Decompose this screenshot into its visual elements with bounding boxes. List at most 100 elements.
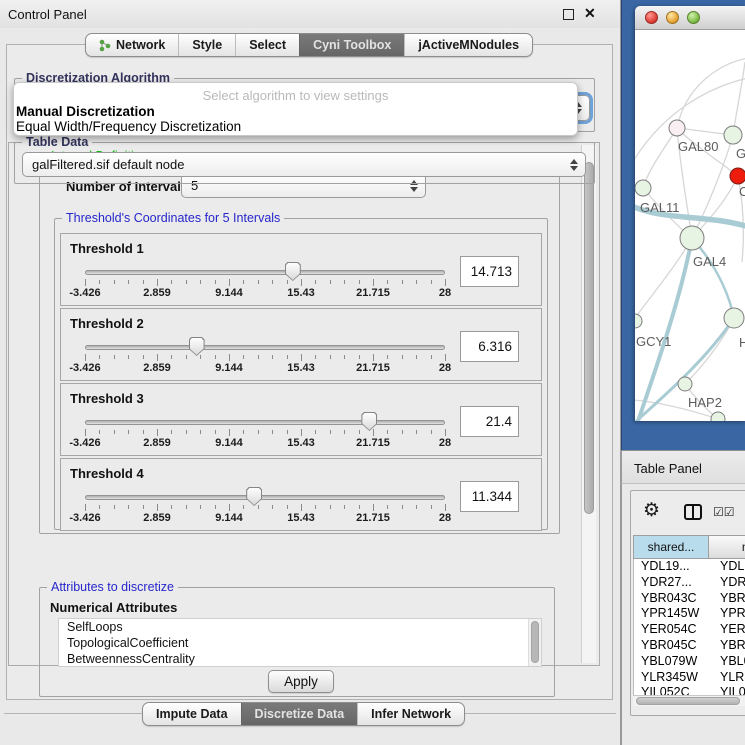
slider-scale-labels: -3.4262.8599.14415.4321.71528: [85, 512, 445, 525]
table-panel-titlebar: Table Panel: [621, 450, 745, 484]
select-columns-icon[interactable]: ☑☑: [713, 505, 735, 519]
table-row[interactable]: YBL079WYBL0: [634, 654, 745, 670]
network-node[interactable]: [669, 120, 685, 136]
network-edge[interactable]: [733, 62, 745, 135]
slider-scale-labels: -3.4262.8599.14415.4321.71528: [85, 362, 445, 375]
screen: Control Panel ✕ NetworkStyle Select Cyni T…: [0, 0, 745, 745]
control-panel-titlebar: Control Panel ✕: [0, 0, 620, 28]
attribute-list-item[interactable]: TopologicalCoefficient: [59, 635, 541, 651]
table-cell: YBR043C: [634, 591, 710, 607]
network-node[interactable]: [678, 377, 692, 391]
columns-icon[interactable]: [684, 504, 702, 520]
table-cell: YLR345W: [634, 670, 710, 686]
slider-scale-labels: -3.4262.8599.14415.4321.71528: [85, 437, 445, 450]
algorithm-dropdown-popup: Select algorithm to view settings Manual…: [13, 82, 578, 136]
table-row[interactable]: YIL052CYIL0: [634, 685, 745, 695]
control-panel-tabs: NetworkStyle Select Cyni Toolbox jActiveMNo…: [85, 33, 533, 57]
table-cell: YER054C: [634, 622, 710, 638]
tab-style[interactable]: Style: [178, 34, 235, 56]
slider-track[interactable]: [85, 270, 445, 275]
minimize-traffic-light-icon[interactable]: [666, 11, 679, 24]
table-data-combobox[interactable]: galFiltered.sif default node: [22, 152, 586, 177]
network-edge[interactable]: [677, 58, 745, 128]
table-cell: YDR2: [710, 575, 745, 591]
table-row[interactable]: YDL19...YDL1: [634, 559, 745, 575]
tab-infer-network[interactable]: Infer Network: [357, 703, 464, 725]
node-label: GCY1: [636, 334, 671, 349]
gear-icon[interactable]: ⚙: [643, 501, 660, 520]
numerical-attributes-label: Numerical Attributes: [50, 600, 177, 615]
threshold-value-field[interactable]: 21.4: [460, 406, 519, 437]
tab-discretize-data[interactable]: Discretize Data: [241, 703, 358, 725]
thresholds-group: Threshold's Coordinates for 5 Intervals …: [54, 218, 548, 530]
table-horizontal-scrollbar[interactable]: [633, 695, 745, 706]
table-cell: YPR1: [710, 606, 745, 622]
tab-network[interactable]: Network: [86, 34, 178, 56]
numerical-attributes-list[interactable]: SelfLoopsTopologicalCoefficientBetweenne…: [58, 618, 542, 667]
network-node[interactable]: [680, 226, 704, 250]
table-toolbar: ⚙ ☑☑: [631, 491, 745, 535]
table-row[interactable]: YER054CYER0: [634, 622, 745, 638]
slider-ticks: [85, 504, 445, 512]
network-node[interactable]: [724, 126, 742, 144]
tab-label: Impute Data: [156, 703, 228, 725]
slider-scale-labels: -3.4262.8599.14415.4321.71528: [85, 287, 445, 300]
float-window-icon[interactable]: [563, 9, 574, 20]
slider-track[interactable]: [85, 345, 445, 350]
network-view-window: GAL80GACGAL11GAL4GCY1HHAP2: [621, 0, 745, 450]
node-label: GAL4: [693, 254, 726, 269]
close-traffic-light-icon[interactable]: [645, 11, 658, 24]
threshold-label: Threshold 3: [70, 391, 144, 406]
apply-button[interactable]: Apply: [268, 670, 334, 693]
tab-select[interactable]: Select: [235, 34, 299, 56]
zoom-traffic-light-icon[interactable]: [687, 11, 700, 24]
table-cell: YBL079W: [634, 654, 710, 670]
table-cell: YLR3: [710, 670, 745, 686]
table-row[interactable]: YPR145WYPR1: [634, 606, 745, 622]
network-edge[interactable]: [692, 238, 734, 318]
slider-track[interactable]: [85, 420, 445, 425]
table-cell: YBL0: [710, 654, 745, 670]
network-node[interactable]: [711, 412, 725, 421]
table-row[interactable]: YBR043CYBR0: [634, 591, 745, 607]
network-node[interactable]: [635, 314, 642, 328]
threshold-value-field[interactable]: 6.316: [460, 331, 519, 362]
threshold-value-field[interactable]: 11.344: [460, 481, 519, 512]
tab-label: Select: [249, 34, 286, 56]
network-graph-canvas[interactable]: GAL80GACGAL11GAL4GCY1HHAP2: [635, 30, 745, 421]
scrollbar-thumb[interactable]: [584, 162, 594, 514]
table-cell: YDR27...: [634, 575, 710, 591]
table-cell: YBR045C: [634, 638, 710, 654]
network-node[interactable]: [635, 180, 651, 196]
network-node[interactable]: [724, 308, 744, 328]
table-column-header[interactable]: shared...: [633, 535, 709, 559]
attribute-list-item[interactable]: BetweennessCentrality: [59, 651, 541, 667]
threshold-value-field[interactable]: 14.713: [460, 256, 519, 287]
table-data-group-title: Table Data: [22, 135, 92, 149]
dropdown-option[interactable]: Manual Discretization: [14, 104, 577, 119]
attribute-list-item[interactable]: SelfLoops: [59, 619, 541, 635]
tab-cyni-toolbox[interactable]: Cyni Toolbox: [299, 34, 404, 56]
tab-impute-data[interactable]: Impute Data: [143, 703, 241, 725]
table-row[interactable]: YDR27...YDR2: [634, 575, 745, 591]
tab-label: jActiveMNodules: [418, 34, 519, 56]
tab-jactivemnodules[interactable]: jActiveMNodules: [404, 34, 532, 56]
algorithm-dropdown-hint: Select algorithm to view settings: [14, 83, 577, 104]
table-column-header[interactable]: na: [709, 535, 745, 559]
table-row[interactable]: YBR045CYBR0: [634, 638, 745, 654]
attributes-group-title: Attributes to discretize: [47, 580, 178, 594]
attributes-list-scrollbar[interactable]: [528, 619, 541, 666]
table-panel-title: Table Panel: [634, 461, 702, 476]
close-icon[interactable]: ✕: [584, 5, 596, 22]
network-edge[interactable]: [643, 128, 677, 188]
slider-track[interactable]: [85, 495, 445, 500]
table-row[interactable]: YLR345WYLR3: [634, 670, 745, 686]
scrollbar-thumb[interactable]: [636, 697, 740, 705]
table-cell: YBR0: [710, 638, 745, 654]
table-header-row: shared...na: [633, 535, 745, 559]
settings-vertical-scrollbar[interactable]: [581, 145, 596, 663]
table-data-value: galFiltered.sif default node: [32, 157, 184, 172]
table-cell: YIL052C: [634, 685, 710, 695]
dropdown-option[interactable]: Equal Width/Frequency Discretization: [14, 119, 577, 134]
network-node[interactable]: [730, 168, 745, 184]
